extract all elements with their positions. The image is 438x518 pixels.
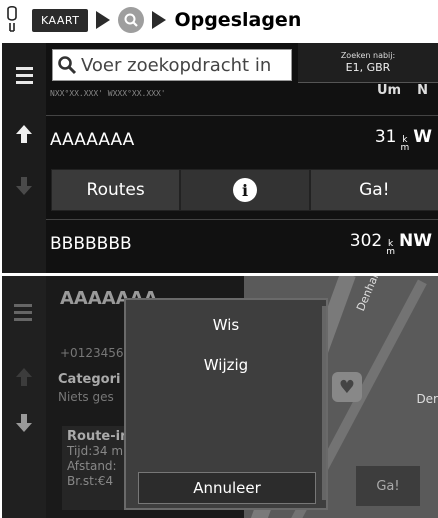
distance-unit: k m xyxy=(386,240,396,257)
go-button[interactable]: Ga! xyxy=(309,169,438,211)
list-item[interactable]: AAAAAAA 31 k m W xyxy=(46,115,438,163)
category-value: Niets ges xyxy=(58,390,114,404)
page-root: KAART Opgeslagen Voer zoekopdracht in Zo… xyxy=(0,0,438,518)
list-item-name: BBBBBBB xyxy=(50,233,132,254)
left-sidebar xyxy=(2,276,46,518)
menu-icon-bar xyxy=(14,311,32,314)
info-icon: i xyxy=(232,178,257,202)
menu-button[interactable] xyxy=(2,43,46,108)
breadcrumb-title: Opgeslagen xyxy=(174,9,302,31)
delete-option[interactable]: Wis xyxy=(126,306,326,344)
distance-unit: k m xyxy=(400,136,410,153)
heart-icon: ♥ xyxy=(332,372,362,402)
search-icon xyxy=(124,13,139,27)
location-phone: +0123456 xyxy=(60,346,124,360)
column-header: Um N xyxy=(377,83,428,98)
menu-icon-bar xyxy=(15,81,33,84)
voice-command-icon xyxy=(7,5,17,32)
distance-unit-bottom: m xyxy=(386,247,396,257)
search-near-button[interactable]: Zoeken nabij: E1, GBR xyxy=(298,43,438,83)
search-placeholder: Voer zoekopdracht in xyxy=(81,54,272,76)
menu-icon-bar xyxy=(14,304,32,307)
breadcrumb-arrow-icon xyxy=(96,11,111,29)
go-button-dimmed: Ga! xyxy=(356,466,420,506)
scroll-up-icon[interactable] xyxy=(16,125,32,143)
menu-icon xyxy=(15,67,33,70)
routes-button[interactable]: Routes xyxy=(51,169,181,211)
search-input[interactable]: Voer zoekopdracht in xyxy=(52,49,292,81)
map-place-label: Der xyxy=(416,392,438,406)
search-icon xyxy=(58,56,77,75)
breadcrumb-arrow-icon xyxy=(152,11,167,29)
search-near-value: E1, GBR xyxy=(345,61,391,74)
menu-icon xyxy=(14,304,32,321)
search-near-label: Zoeken nabij: xyxy=(340,51,396,60)
options-popup: Wis Wijzig Annuleer xyxy=(124,298,328,510)
detail-screen: Denham Ave Der ♥ Ga! AAAAAAA +0123456 Ca… xyxy=(2,276,438,518)
saved-list-screen: Voer zoekopdracht in Zoeken nabij: E1, G… xyxy=(2,43,438,273)
left-sidebar xyxy=(2,43,46,273)
action-bar: Routes i Ga! xyxy=(51,169,438,211)
map-street-label: Denham Ave xyxy=(354,276,394,314)
list-item-name: AAAAAAA xyxy=(50,129,135,150)
breadcrumb: KAART Opgeslagen xyxy=(0,0,438,40)
scroll-down-icon xyxy=(16,414,32,432)
category-label: Categori xyxy=(58,372,121,387)
scroll-down-icon[interactable] xyxy=(16,177,32,195)
list-item-distance: 31 k m W xyxy=(374,127,432,153)
list-item[interactable]: BBBBBBB 302 k m NW xyxy=(46,219,438,267)
direction: NW xyxy=(399,231,432,251)
menu-icon-bar xyxy=(15,74,33,77)
search-button[interactable] xyxy=(118,7,145,33)
list-item-distance: 302 k m NW xyxy=(349,231,432,257)
direction: W xyxy=(413,127,432,147)
cancel-button[interactable]: Annuleer xyxy=(138,472,316,504)
popup-scrollbar[interactable] xyxy=(322,306,326,500)
map-button[interactable]: KAART xyxy=(32,8,89,32)
column-header-n: N xyxy=(417,83,428,98)
column-header-um: Um xyxy=(377,83,402,98)
info-button[interactable]: i xyxy=(180,169,310,211)
distance-value: 302 xyxy=(349,231,383,251)
menu-icon-bar xyxy=(14,318,32,321)
coordinates: NXX°XX.XXX' WXXX°XX.XXX' xyxy=(50,89,166,98)
distance-value: 31 xyxy=(374,127,397,147)
edit-option[interactable]: Wijzig xyxy=(126,346,326,384)
scroll-up-icon xyxy=(16,368,32,386)
distance-unit-bottom: m xyxy=(400,143,410,153)
